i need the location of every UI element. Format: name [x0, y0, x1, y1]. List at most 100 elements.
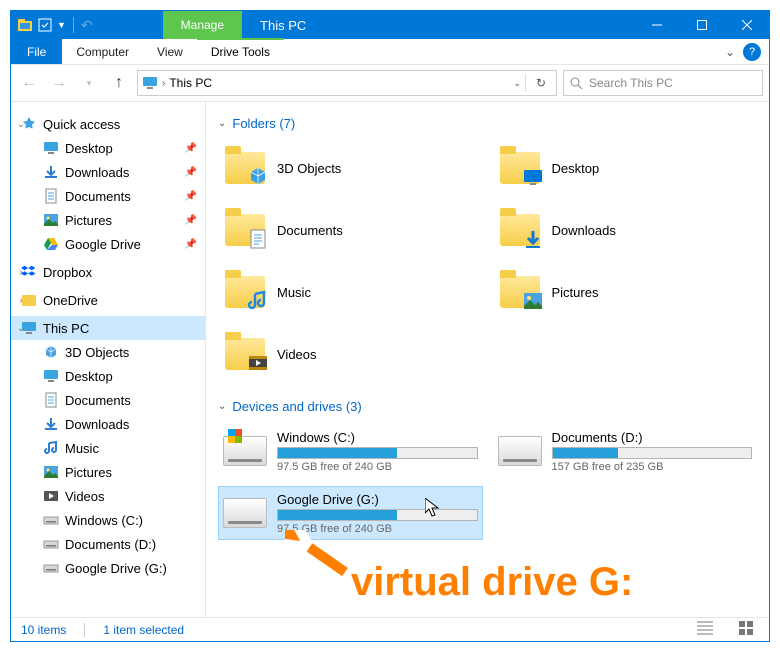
- folder-tile[interactable]: Desktop: [493, 141, 758, 195]
- folder-tile[interactable]: Documents: [218, 203, 483, 257]
- folder-tile[interactable]: Downloads: [493, 203, 758, 257]
- nav-this-pc[interactable]: ⌄ This PC: [11, 316, 205, 340]
- navigation-pane[interactable]: ⌄ Quick access Desktop📌Downloads📌Documen…: [11, 102, 206, 617]
- capacity-bar: [277, 447, 478, 459]
- nav-pc-item[interactable]: Documents: [11, 388, 205, 412]
- properties-icon[interactable]: [37, 17, 53, 33]
- nav-label: OneDrive: [43, 293, 98, 308]
- recent-locations-icon[interactable]: ▾: [77, 71, 101, 95]
- status-item-count: 10 items: [21, 623, 66, 637]
- folder-label: Desktop: [552, 161, 753, 176]
- drive-c-icon: [43, 512, 59, 528]
- ribbon-collapse-icon[interactable]: ⌄: [721, 39, 739, 64]
- nav-pc-item[interactable]: Desktop: [11, 364, 205, 388]
- address-dropdown-icon[interactable]: ⌄: [513, 78, 521, 89]
- breadcrumb[interactable]: This PC: [169, 76, 212, 90]
- collapse-icon[interactable]: ⌄: [218, 401, 226, 412]
- expand-icon[interactable]: ⌄: [15, 119, 27, 130]
- nav-pc-item[interactable]: Music: [11, 436, 205, 460]
- folder-icon: [223, 270, 267, 314]
- folder-icon: [223, 146, 267, 190]
- drive-icon: [223, 429, 267, 473]
- nav-pc-item[interactable]: Google Drive (G:): [11, 556, 205, 580]
- title-bar: ▼ ↶ Manage This PC: [11, 11, 769, 39]
- group-header-folders[interactable]: ⌄ Folders (7): [218, 116, 757, 131]
- pin-icon: 📌: [185, 167, 197, 178]
- refresh-button[interactable]: ↻: [530, 76, 552, 90]
- folder-tile[interactable]: Videos: [218, 327, 483, 381]
- nav-qa-item[interactable]: Documents📌: [11, 184, 205, 208]
- qat-dropdown-icon[interactable]: ▼: [57, 20, 66, 30]
- manage-contextual-tab[interactable]: Manage: [163, 11, 242, 39]
- window-title: This PC: [242, 11, 634, 39]
- minimize-button[interactable]: [634, 11, 679, 39]
- expand-icon[interactable]: ›: [15, 295, 27, 306]
- folder-label: Documents: [277, 223, 478, 238]
- drive-label: Google Drive (G:): [277, 492, 478, 507]
- address-bar[interactable]: › This PC ⌄ ↻: [137, 70, 557, 96]
- expand-icon[interactable]: ›: [15, 267, 27, 278]
- quick-access-toolbar: ▼ ↶: [11, 11, 93, 39]
- nav-pc-item[interactable]: 3D Objects: [11, 340, 205, 364]
- drive-tile[interactable]: Windows (C:)97.5 GB free of 240 GB: [218, 424, 483, 478]
- explorer-window: ▼ ↶ Manage This PC File Computer View Dr…: [10, 10, 770, 642]
- chevron-right-icon[interactable]: ›: [162, 78, 165, 89]
- file-tab[interactable]: File: [11, 39, 62, 64]
- pin-icon: 📌: [185, 143, 197, 154]
- search-icon: [570, 77, 583, 90]
- ribbon-tab-drive-tools[interactable]: Drive Tools: [197, 38, 284, 64]
- nav-qa-item[interactable]: Pictures📌: [11, 208, 205, 232]
- status-selection: 1 item selected: [103, 623, 184, 637]
- folder-icon: [223, 332, 267, 376]
- nav-label: Desktop: [65, 369, 113, 384]
- search-placeholder: Search This PC: [589, 76, 673, 90]
- folder-tile[interactable]: Music: [218, 265, 483, 319]
- back-button[interactable]: ←: [17, 71, 41, 95]
- nav-label: Videos: [65, 489, 105, 504]
- gdrive-icon: [43, 236, 59, 252]
- large-icons-view-button[interactable]: [735, 621, 759, 638]
- help-button[interactable]: ?: [743, 43, 761, 61]
- separator: [73, 17, 74, 33]
- up-button[interactable]: ↑: [107, 71, 131, 95]
- capacity-bar: [277, 509, 478, 521]
- folder-tile[interactable]: 3D Objects: [218, 141, 483, 195]
- close-button[interactable]: [724, 11, 769, 39]
- nav-label: This PC: [43, 321, 89, 336]
- desktop-icon: [43, 140, 59, 156]
- drive-tile[interactable]: Documents (D:)157 GB free of 235 GB: [493, 424, 758, 478]
- nav-pc-item[interactable]: Windows (C:): [11, 508, 205, 532]
- content-pane[interactable]: ⌄ Folders (7) 3D Objects Desktop Documents…: [206, 102, 769, 617]
- nav-pc-item[interactable]: Videos: [11, 484, 205, 508]
- nav-pc-item[interactable]: Pictures: [11, 460, 205, 484]
- details-view-button[interactable]: [693, 621, 717, 638]
- nav-qa-item[interactable]: Google Drive 📌: [11, 232, 205, 256]
- pin-icon: 📌: [185, 239, 197, 250]
- nav-pc-item[interactable]: Downloads: [11, 412, 205, 436]
- ribbon-tab-computer[interactable]: Computer: [62, 39, 143, 64]
- nav-qa-item[interactable]: Desktop📌: [11, 136, 205, 160]
- 3d-icon: [43, 344, 59, 360]
- expand-icon[interactable]: ⌄: [15, 323, 27, 334]
- nav-onedrive[interactable]: › OneDrive: [11, 288, 205, 312]
- nav-dropbox[interactable]: › Dropbox: [11, 260, 205, 284]
- ribbon-tab-view[interactable]: View: [143, 39, 197, 64]
- nav-label: Dropbox: [43, 265, 92, 280]
- nav-label: Google Drive: [65, 237, 141, 252]
- drive-free-space: 97.5 GB free of 240 GB: [277, 461, 478, 473]
- folder-icon: [498, 270, 542, 314]
- nav-label: Documents (D:): [65, 537, 156, 552]
- nav-quick-access[interactable]: ⌄ Quick access: [11, 112, 205, 136]
- search-box[interactable]: Search This PC: [563, 70, 763, 96]
- group-header-drives[interactable]: ⌄ Devices and drives (3): [218, 399, 757, 414]
- folder-icon: [498, 208, 542, 252]
- nav-qa-item[interactable]: Downloads📌: [11, 160, 205, 184]
- status-bar: 10 items 1 item selected: [11, 617, 769, 641]
- nav-pc-item[interactable]: Documents (D:): [11, 532, 205, 556]
- maximize-button[interactable]: [679, 11, 724, 39]
- drive-tile[interactable]: Google Drive (G:)97.5 GB free of 240 GB: [218, 486, 483, 540]
- music-icon: [43, 440, 59, 456]
- downloads-icon: [43, 164, 59, 180]
- folder-tile[interactable]: Pictures: [493, 265, 758, 319]
- collapse-icon[interactable]: ⌄: [218, 118, 226, 129]
